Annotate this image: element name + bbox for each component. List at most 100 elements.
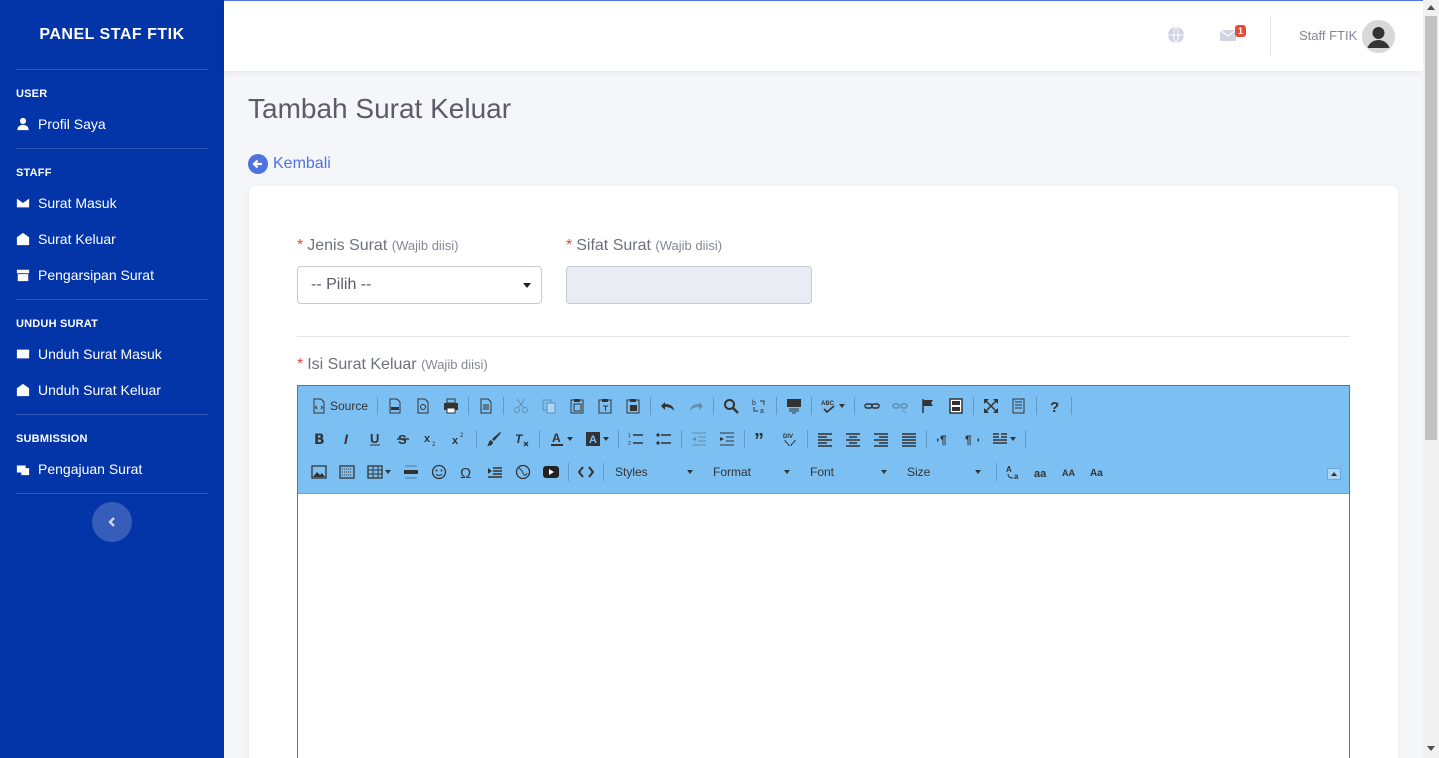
subscript-button[interactable]: x2 xyxy=(420,428,442,450)
svg-text:”: ” xyxy=(754,431,764,447)
help-button[interactable]: ? xyxy=(1043,395,1065,417)
print-button[interactable] xyxy=(440,395,462,417)
youtube-button[interactable] xyxy=(540,461,562,483)
uppercase-button[interactable]: AA xyxy=(1059,461,1081,483)
translate-button[interactable]: Aa xyxy=(1003,461,1025,483)
indent-button[interactable] xyxy=(716,428,738,450)
sidebar-toggle-button[interactable] xyxy=(92,502,132,542)
align-left-button[interactable] xyxy=(814,428,836,450)
select-all-button[interactable] xyxy=(783,395,805,417)
align-right-icon xyxy=(874,433,888,447)
toolbar-collapse-button[interactable] xyxy=(1327,468,1341,480)
uppercase-icon: AA xyxy=(1062,468,1075,478)
toolbar-separator xyxy=(996,463,997,481)
outdent-button[interactable] xyxy=(688,428,710,450)
svg-text:A: A xyxy=(589,434,597,446)
strike-button[interactable]: S xyxy=(392,428,414,450)
sidebar-item-profil-saya[interactable]: Profil Saya xyxy=(0,106,224,142)
replace-button[interactable]: ba xyxy=(748,395,770,417)
cut-button[interactable] xyxy=(510,395,532,417)
toolbar-separator xyxy=(377,397,379,415)
lowercase-button[interactable]: aa xyxy=(1031,461,1053,483)
toolbar-separator xyxy=(776,397,778,415)
chevron-down-icon xyxy=(603,437,609,441)
text-color-button[interactable]: A xyxy=(546,428,576,450)
svg-text:?: ? xyxy=(1050,399,1059,414)
scroll-thumb[interactable] xyxy=(1425,16,1437,440)
styles-dropdown[interactable]: Styles xyxy=(610,461,698,483)
flash-button[interactable] xyxy=(336,461,358,483)
paste-word-button[interactable] xyxy=(622,395,644,417)
image-button[interactable] xyxy=(308,461,330,483)
undo-button[interactable] xyxy=(657,395,679,417)
numbered-list-button[interactable]: 12 xyxy=(625,428,647,450)
font-dropdown[interactable]: Font xyxy=(805,461,892,483)
maximize-button[interactable] xyxy=(980,395,1002,417)
preview-button[interactable] xyxy=(412,395,434,417)
paste-button[interactable] xyxy=(566,395,588,417)
avatar[interactable] xyxy=(1362,20,1395,53)
superscript-button[interactable]: x2 xyxy=(448,428,470,450)
export-pdf-button[interactable] xyxy=(384,395,406,417)
sidebar-item-surat-masuk[interactable]: Surat Masuk xyxy=(0,185,224,221)
copy-button[interactable] xyxy=(538,395,560,417)
scroll-down-arrow[interactable] xyxy=(1427,746,1435,751)
iframe-button[interactable] xyxy=(512,461,534,483)
source-button[interactable]: Source xyxy=(308,395,371,417)
paintbrush-icon xyxy=(487,432,501,446)
table-button[interactable] xyxy=(364,461,394,483)
scroll-up-arrow[interactable] xyxy=(1427,5,1435,10)
underline-button[interactable]: U xyxy=(364,428,386,450)
sidebar-item-unduh-surat-masuk[interactable]: Unduh Surat Masuk xyxy=(0,336,224,372)
bulleted-list-button[interactable] xyxy=(653,428,675,450)
code-snippet-button[interactable] xyxy=(575,461,597,483)
redo-button[interactable] xyxy=(685,395,707,417)
show-blocks-button[interactable] xyxy=(1008,395,1030,417)
rtl-button[interactable]: ¶ xyxy=(961,428,983,450)
justify-button[interactable] xyxy=(898,428,920,450)
anchor-button[interactable] xyxy=(917,395,939,417)
sidebar-item-pengarsipan-surat[interactable]: Pengarsipan Surat xyxy=(0,257,224,293)
link-button[interactable] xyxy=(861,395,883,417)
language-button[interactable] xyxy=(989,428,1019,450)
italic-button[interactable]: I xyxy=(336,428,358,450)
scissors-icon xyxy=(514,398,529,413)
blockquote-button[interactable]: ” xyxy=(751,428,773,450)
sifat-surat-field[interactable] xyxy=(566,266,812,304)
align-center-button[interactable] xyxy=(842,428,864,450)
bold-button[interactable]: B xyxy=(308,428,330,450)
user-name[interactable]: Staff FTIK xyxy=(1299,28,1357,43)
templates-button[interactable] xyxy=(475,395,497,417)
special-char-button[interactable]: Ω xyxy=(456,461,478,483)
editor-content-area[interactable] xyxy=(298,494,1349,758)
back-link[interactable]: Kembali xyxy=(248,154,331,174)
page-break-insert-button[interactable] xyxy=(484,461,506,483)
copy-format-button[interactable] xyxy=(483,428,505,450)
unlink-button[interactable] xyxy=(889,395,911,417)
create-div-button[interactable]: DIV xyxy=(779,428,801,450)
horizontal-rule-button[interactable] xyxy=(400,461,422,483)
size-dropdown[interactable]: Size xyxy=(902,461,986,483)
page-scrollbar[interactable] xyxy=(1423,0,1439,758)
brand-title[interactable]: PANEL STAF FTIK xyxy=(16,0,208,70)
pdf-icon xyxy=(389,398,401,414)
align-right-button[interactable] xyxy=(870,428,892,450)
sidebar-item-surat-keluar[interactable]: Surat Keluar xyxy=(0,221,224,257)
page-break-button[interactable] xyxy=(945,395,967,417)
ltr-button[interactable]: ¶ xyxy=(933,428,955,450)
remove-format-button[interactable]: T xyxy=(511,428,533,450)
paste-text-button[interactable] xyxy=(594,395,616,417)
rich-text-editor: Source ba ABC ? B I U x 2 x 2 T A A 1 2 … xyxy=(297,385,1350,758)
globe-icon[interactable] xyxy=(1167,26,1185,44)
spellcheck-button[interactable]: ABC xyxy=(818,395,848,417)
sidebar-item-unduh-surat-keluar[interactable]: Unduh Surat Keluar xyxy=(0,372,224,408)
bg-color-button[interactable]: A xyxy=(582,428,612,450)
smiley-button[interactable] xyxy=(428,461,450,483)
format-dropdown[interactable]: Format xyxy=(708,461,795,483)
svg-text:2: 2 xyxy=(628,441,631,447)
sidebar-item-pengajuan-surat[interactable]: Pengajuan Surat xyxy=(0,451,224,487)
find-button[interactable] xyxy=(720,395,742,417)
jenis-surat-select[interactable]: -- Pilih -- xyxy=(297,266,542,304)
table-icon xyxy=(367,465,383,479)
titlecase-button[interactable]: Aa xyxy=(1087,461,1109,483)
